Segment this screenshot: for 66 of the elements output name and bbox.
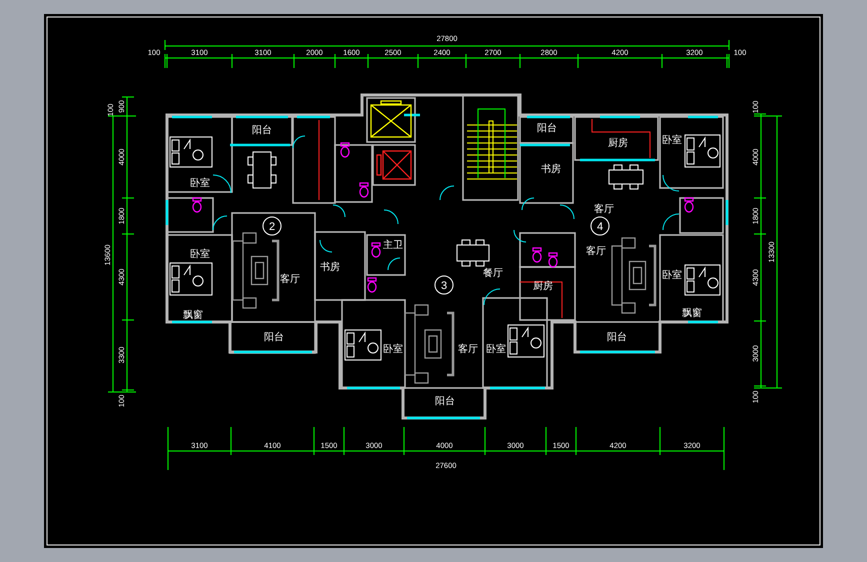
- room-label: 卧室: [486, 344, 506, 355]
- bed-drawing: [684, 134, 720, 168]
- room-label: 飘窗: [183, 310, 203, 321]
- dining-table-drawing: [608, 164, 644, 190]
- door-swing-drawing: [332, 204, 346, 218]
- room-label: 阳台: [607, 332, 627, 343]
- room-label: 阳台: [264, 332, 284, 343]
- unit-marker-circle: [590, 216, 610, 236]
- toilet-icon: [371, 242, 381, 258]
- toilet-icon: [367, 277, 377, 293]
- unit-number: 2: [268, 221, 276, 233]
- elevator-drawing: [370, 100, 412, 138]
- room-label: 卧室: [190, 178, 210, 189]
- room-label: 厨房: [533, 281, 553, 292]
- toilet-icon: [359, 182, 369, 198]
- room-label: 卧室: [190, 249, 210, 260]
- dining-table-drawing: [456, 240, 490, 266]
- dining-table-drawing: [248, 152, 276, 188]
- room-label: 卧室: [383, 344, 403, 355]
- door-swing-drawing: [514, 230, 526, 242]
- door-swing-drawing: [388, 258, 400, 270]
- bed-drawing: [170, 136, 212, 168]
- door-swing-drawing: [440, 186, 454, 200]
- door-swing-drawing: [320, 240, 332, 252]
- window-drawing: [404, 114, 420, 116]
- door-swing-drawing: [662, 214, 680, 230]
- door-swing-drawing: [384, 210, 398, 224]
- elevator-drawing: [376, 150, 412, 180]
- door-swing-drawing: [212, 216, 228, 230]
- kitchen-counter-drawing: [592, 118, 650, 158]
- toilet-icon: [532, 247, 542, 263]
- room-label: 卧室: [662, 270, 682, 281]
- door-swing-drawing: [212, 174, 232, 194]
- door-swing-drawing: [292, 136, 306, 148]
- room-label: 书房: [541, 164, 561, 175]
- bed-drawing: [508, 324, 544, 358]
- door-swing-drawing: [522, 198, 534, 210]
- room-label: 厨房: [608, 138, 628, 149]
- room-label: 书房: [320, 262, 340, 273]
- room-label: 卧室: [662, 135, 682, 146]
- room-label: 阳台: [537, 123, 557, 134]
- bed-drawing: [170, 262, 212, 296]
- bed-drawing: [684, 264, 720, 296]
- unit-number: 4: [596, 221, 604, 233]
- toilet-icon: [684, 197, 694, 213]
- bed-drawing: [344, 330, 382, 360]
- room-label: 客厅: [458, 344, 478, 355]
- room-label: 客厅: [594, 204, 614, 215]
- room-label: 餐厅: [483, 268, 503, 279]
- toilet-icon: [548, 252, 558, 268]
- kitchen-counter-drawing: [520, 282, 562, 318]
- door-swing-drawing: [662, 174, 680, 192]
- room-label: 主卫: [383, 240, 403, 251]
- toilet-icon: [192, 197, 202, 213]
- unit-marker-circle: [262, 216, 282, 236]
- door-swing-drawing: [484, 288, 500, 306]
- room-label: 阳台: [435, 396, 455, 407]
- room-label: 阳台: [252, 125, 272, 136]
- stair-drawing: [466, 108, 518, 180]
- room-label: 客厅: [586, 246, 606, 257]
- toilet-icon: [340, 142, 350, 158]
- room-label: 客厅: [280, 274, 300, 285]
- unit-number: 3: [440, 280, 448, 292]
- door-swing-drawing: [560, 204, 574, 220]
- room-label: 飘窗: [682, 308, 702, 319]
- unit-marker-circle: [434, 276, 454, 294]
